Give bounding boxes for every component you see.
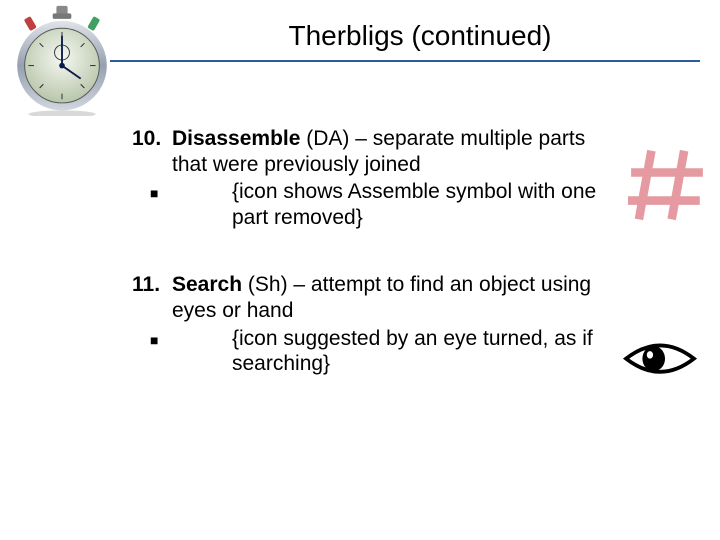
slide-body: 10. Disassemble (DA) – separate multiple… [132,126,602,419]
slide: Therbligs (continued) 10. Disassemble (D… [0,0,720,540]
search-eye-icon [622,336,698,380]
item-number: 11. [132,272,172,323]
item-name: Search [172,273,242,296]
bullet-icon: ■ [132,179,208,230]
item-name: Disassemble [172,127,300,150]
item-code: (Sh) [248,273,288,296]
stopwatch-icon [6,4,118,116]
item-code: (DA) [306,127,349,150]
list-item: 10. Disassemble (DA) – separate multiple… [132,126,602,230]
list-item: 11. Search (Sh) – attempt to find an obj… [132,272,602,376]
slide-title: Therbligs (continued) [150,20,690,52]
item-number: 10. [132,126,172,177]
item-definition: Disassemble (DA) – separate multiple par… [172,126,602,177]
item-note: {icon suggested by an eye turned, as if … [208,326,602,377]
item-definition: Search (Sh) – attempt to find an object … [172,272,602,323]
disassemble-icon [628,146,706,224]
item-note: {icon shows Assemble symbol with one par… [208,179,602,230]
title-underline [110,60,700,62]
bullet-icon: ■ [132,326,208,377]
